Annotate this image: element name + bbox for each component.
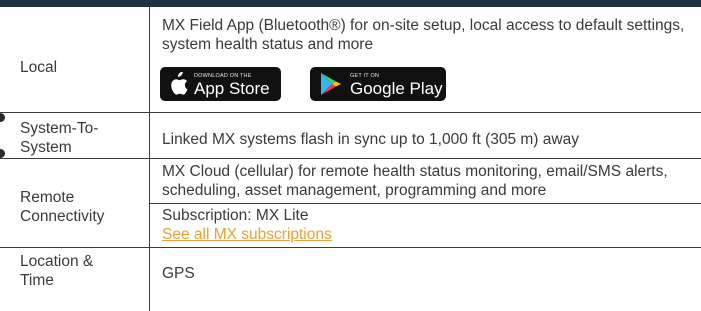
- bullet-dot: [0, 149, 5, 158]
- system-to-system-description: Linked MX systems flash in sync up to 1,…: [162, 131, 579, 148]
- row-divider: [0, 158, 701, 159]
- column-divider: [149, 7, 150, 311]
- row-label-local: Local: [20, 59, 58, 76]
- apple-icon: [171, 72, 188, 95]
- subscriptions-link[interactable]: See all MX subscriptions: [162, 226, 332, 243]
- location-description: GPS: [162, 265, 195, 282]
- app-store-label: App Store: [194, 79, 270, 98]
- sub-row-divider: [150, 203, 701, 204]
- row-divider: [0, 112, 701, 113]
- remote-description: MX Cloud (cellular) for remote health st…: [162, 163, 668, 199]
- row-label-location-time: Location & Time: [20, 253, 94, 289]
- table-header-bar: [0, 0, 701, 7]
- row-label-system-to-system: System-To-System: [20, 120, 99, 156]
- features-table: Local MX Field App (Bluetooth®) for on-s…: [0, 7, 701, 311]
- google-play-label: Google Play: [350, 79, 443, 98]
- google-play-badge[interactable]: GET IT ON Google Play: [310, 67, 446, 101]
- app-store-badge[interactable]: Download on the App Store: [160, 67, 281, 101]
- google-play-icon: [321, 73, 341, 95]
- row-label-remote-connectivity: Remote Connectivity: [20, 189, 105, 225]
- subscription-text: Subscription: MX Lite: [162, 207, 309, 224]
- row-divider: [0, 247, 701, 248]
- local-description: MX Field App (Bluetooth®) for on-site se…: [162, 17, 685, 53]
- bullet-dot: [0, 113, 5, 122]
